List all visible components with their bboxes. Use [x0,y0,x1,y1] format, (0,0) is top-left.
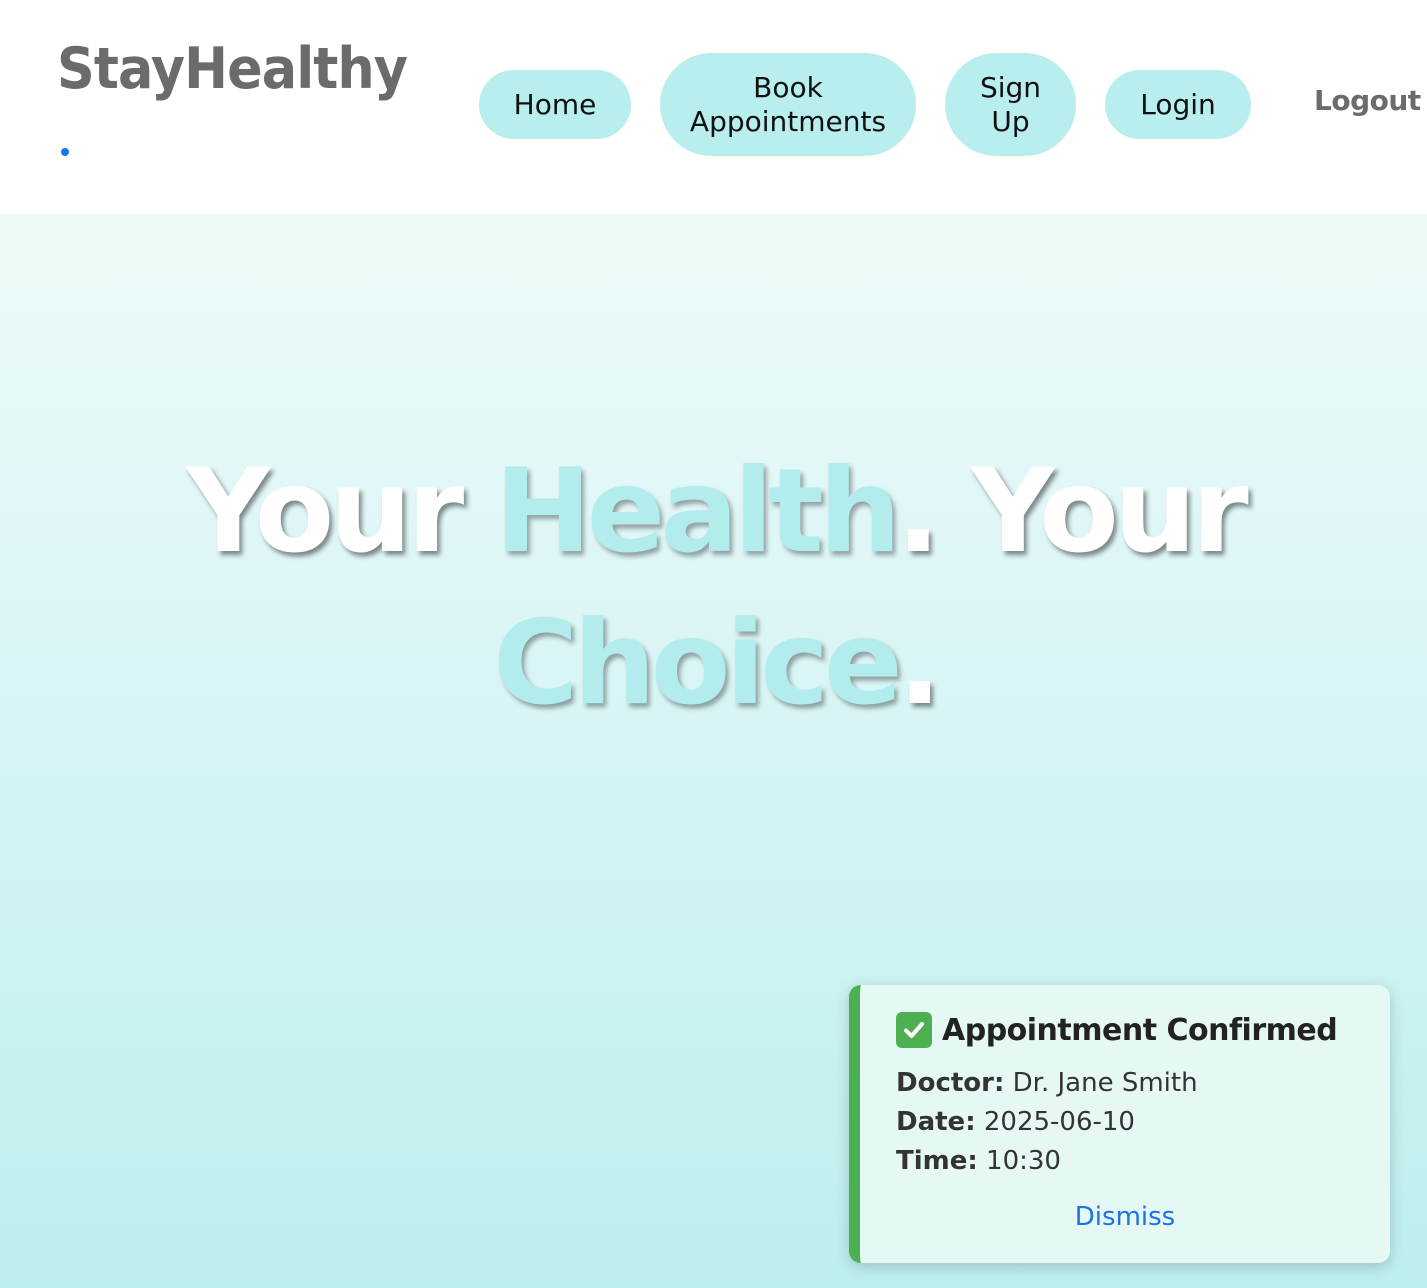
appointment-confirmed-toast: Appointment Confirmed Doctor: Dr. Jane S… [849,985,1390,1263]
nav-home-label: Home [513,87,597,121]
hero-title-accent1: Health [494,444,902,579]
nav-book-appointments-button[interactable]: Book Appointments [660,53,916,156]
nav-signup-label-line1: Sign [979,70,1042,104]
toast-date-value: 2025-06-10 [975,1107,1135,1137]
hero-title-part1: Your [186,444,495,579]
nav-signup-button[interactable]: Sign Up [945,53,1076,156]
check-icon [896,1012,932,1048]
nav-login-label: Login [1140,87,1216,121]
toast-title-text: Appointment Confirmed [942,1012,1338,1048]
nav-book-label-line2: Appointments [689,104,887,138]
toast-time-label: Time: [896,1146,978,1176]
toast-title: Appointment Confirmed [896,1012,1338,1048]
toast-doctor-row: Doctor: Dr. Jane Smith [896,1068,1198,1098]
toast-date-label: Date: [896,1107,976,1137]
hero-title: Your Health. Your Choice. [140,436,1290,740]
navbar: StayHealthy Home Book Appointments Sign … [0,0,1427,214]
hero-title-accent2: Choice [493,596,903,731]
nav-login-button[interactable]: Login [1105,70,1251,139]
brand-dot [61,148,69,156]
brand-logo[interactable]: StayHealthy [57,36,408,102]
nav-signup-label-line2: Up [991,104,1030,138]
dismiss-button[interactable]: Dismiss [860,1202,1390,1232]
toast-doctor-value: Dr. Jane Smith [1004,1068,1198,1098]
nav-home-button[interactable]: Home [479,70,631,139]
toast-date-row: Date: 2025-06-10 [896,1107,1135,1137]
toast-time-value: 10:30 [977,1146,1061,1176]
toast-doctor-label: Doctor: [896,1068,1005,1098]
toast-time-row: Time: 10:30 [896,1146,1061,1176]
nav-book-label-line1: Book [753,70,823,104]
hero-title-part2: . Your [896,444,1248,579]
nav-logout-link[interactable]: Logout [1314,84,1421,117]
hero-title-part3: . [897,596,942,731]
